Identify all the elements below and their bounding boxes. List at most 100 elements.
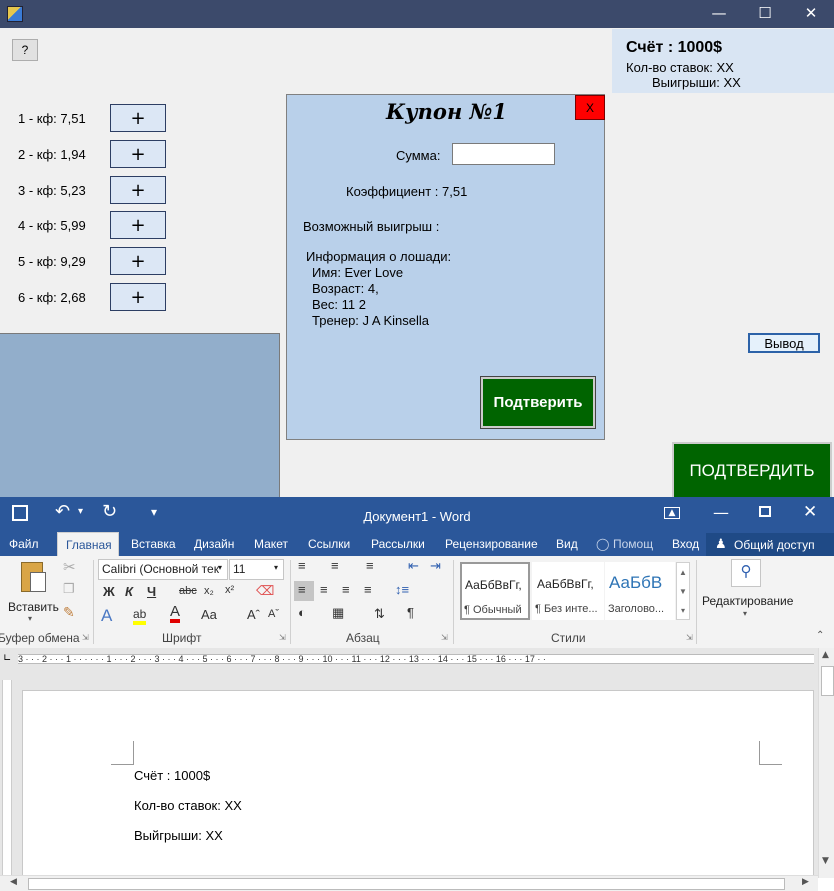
add-bet-button-2[interactable]: + [110,140,166,168]
user-icon: ♟ [715,536,727,551]
copy-icon[interactable]: ❐ [63,581,75,597]
word-close-icon[interactable]: ✕ [803,502,817,522]
clipboard-launcher-icon[interactable]: ⇲ [82,633,89,642]
tab-references[interactable]: Ссылки [308,533,350,556]
scroll-right-icon[interactable]: ▶ [802,877,809,887]
sum-input[interactable] [452,143,555,165]
numbering-icon[interactable]: ≡ [331,558,339,573]
format-painter-icon[interactable]: ✎ [63,604,75,621]
paste-dropdown-icon[interactable]: ▾ [28,614,32,623]
close-icon[interactable]: ✕ [788,0,834,28]
show-marks-icon[interactable]: ¶ [407,605,414,620]
tab-selector-icon[interactable]: ∟ [3,653,11,664]
strikethrough-icon[interactable]: abc [179,585,197,597]
decrease-indent-icon[interactable]: ⇤ [408,558,419,574]
tab-file[interactable]: Файл [9,533,39,556]
add-bet-button-1[interactable]: + [110,104,166,132]
sort-icon[interactable]: ⇅ [374,606,385,622]
search-icon[interactable]: ⚲ [731,559,761,587]
ribbon: Вставить ▾ ✂ ❐ ✎ Буфер обмена ⇲ Calibri … [0,556,834,649]
sign-in-link[interactable]: Вход [672,533,699,556]
tell-me-search[interactable]: Помощ [613,533,653,556]
style-heading1-sample: АаБбВ [609,573,663,592]
ruler-scale: 3 · · · 2 · · · 1 · · · · · · 1 · · · 2 … [18,654,814,664]
collapse-ribbon-icon[interactable]: ⌃ [816,630,824,641]
shrink-font-icon[interactable]: Aˇ [268,608,279,620]
font-name-combo[interactable]: Calibri (Основной тек [98,559,228,580]
coupon-close-button[interactable]: X [575,95,605,120]
bold-icon[interactable]: Ж [103,584,115,599]
text-effects-icon[interactable]: A [101,606,112,626]
style-normal[interactable]: АаБбВвГг, ¶ Обычный [460,562,530,620]
clear-formatting-icon[interactable]: ⌫ [256,583,274,599]
tab-home[interactable]: Главная [57,532,119,557]
paragraph-launcher-icon[interactable]: ⇲ [441,633,448,642]
possible-win-label: Возможный выигрыш : [303,219,440,234]
tab-home-label: Главная [66,538,112,552]
output-button[interactable]: Вывод [748,333,820,353]
help-button[interactable]: ? [12,39,38,61]
style-no-spacing[interactable]: АаБбВвГг, ¶ Без инте... [532,562,604,620]
shading-icon[interactable]: ◐ [298,605,306,620]
highlight-icon[interactable]: ab [133,607,147,625]
font-color-icon[interactable]: A [170,604,181,623]
multilevel-list-icon[interactable]: ≡ [366,558,374,573]
add-bet-button-3[interactable]: + [110,176,166,204]
scroll-down-icon[interactable]: ▼ [822,856,829,866]
scroll-thumb[interactable] [821,666,834,696]
ribbon-display-icon[interactable]: ▲ [664,507,680,519]
styles-launcher-icon[interactable]: ⇲ [686,633,693,642]
document-page[interactable]: Счёт : 1000$ Кол-во ставок: XX Выйгрыши:… [22,690,814,880]
increase-indent-icon[interactable]: ⇥ [430,558,441,574]
editing-button[interactable]: Редактирование [702,594,793,608]
margin-mark [111,764,134,765]
font-name-dropdown-icon[interactable]: ▾ [218,563,222,572]
scroll-left-icon[interactable]: ◀ [10,877,17,887]
grow-font-icon[interactable]: Aˆ [247,607,260,622]
justify-icon[interactable]: ≡ [364,582,372,597]
vertical-ruler [2,680,12,875]
font-size-dropdown-icon[interactable]: ▾ [274,563,278,572]
superscript-icon[interactable]: x² [225,584,234,596]
style-heading1[interactable]: АаБбВ Заголово... [605,562,675,620]
borders-icon[interactable]: ▦ [332,605,344,621]
tab-review[interactable]: Рецензирование [445,533,538,556]
tab-view[interactable]: Вид [556,533,578,556]
paste-label[interactable]: Вставить [8,600,59,614]
minimize-icon[interactable]: — [696,0,742,28]
add-bet-button-4[interactable]: + [110,211,166,239]
editing-dropdown-icon[interactable]: ▾ [743,609,747,618]
word-maximize-icon[interactable] [759,506,771,517]
cut-icon[interactable]: ✂ [63,558,76,576]
align-center-icon[interactable]: ≡ [320,582,328,597]
tab-design[interactable]: Дизайн [194,533,234,556]
confirm-button[interactable]: ПОДТВЕРДИТЬ [672,442,832,497]
italic-icon[interactable]: К [125,584,133,599]
tab-layout[interactable]: Макет [254,533,288,556]
font-launcher-icon[interactable]: ⇲ [279,633,286,642]
paste-button[interactable] [18,562,48,598]
tab-insert[interactable]: Вставка [131,533,176,556]
align-right-icon[interactable]: ≡ [342,582,350,597]
tab-mailings[interactable]: Рассылки [371,533,425,556]
styles-scroll[interactable]: ▲ ▼ ▾ [676,562,690,620]
vertical-scrollbar[interactable]: ▲ ▼ [818,648,834,878]
maximize-icon[interactable]: ☐ [742,0,788,28]
coupon-confirm-button[interactable]: Подтверить [481,377,595,428]
subscript-icon[interactable]: x₂ [204,585,214,597]
align-left-icon[interactable]: ≡ [294,581,314,601]
scroll-up-icon[interactable]: ▲ [822,650,829,660]
share-button[interactable]: ♟ Общий доступ [706,533,834,556]
app-titlebar: — ☐ ✕ [0,0,834,28]
horizontal-scrollbar[interactable]: ◀ ▶ [0,875,818,891]
line-spacing-icon[interactable]: ↕≡ [395,582,409,597]
doc-line-balance: Счёт : 1000$ [134,768,211,783]
change-case-icon[interactable]: Aa [201,607,217,622]
word-minimize-icon[interactable]: — [713,503,729,522]
horse-weight: Вес: 11 2 [312,297,366,312]
bullets-icon[interactable]: ≡ [298,558,306,573]
add-bet-button-5[interactable]: + [110,247,166,275]
add-bet-button-6[interactable]: + [110,283,166,311]
hscroll-thumb[interactable] [28,878,785,890]
underline-icon[interactable]: Ч [147,584,156,599]
